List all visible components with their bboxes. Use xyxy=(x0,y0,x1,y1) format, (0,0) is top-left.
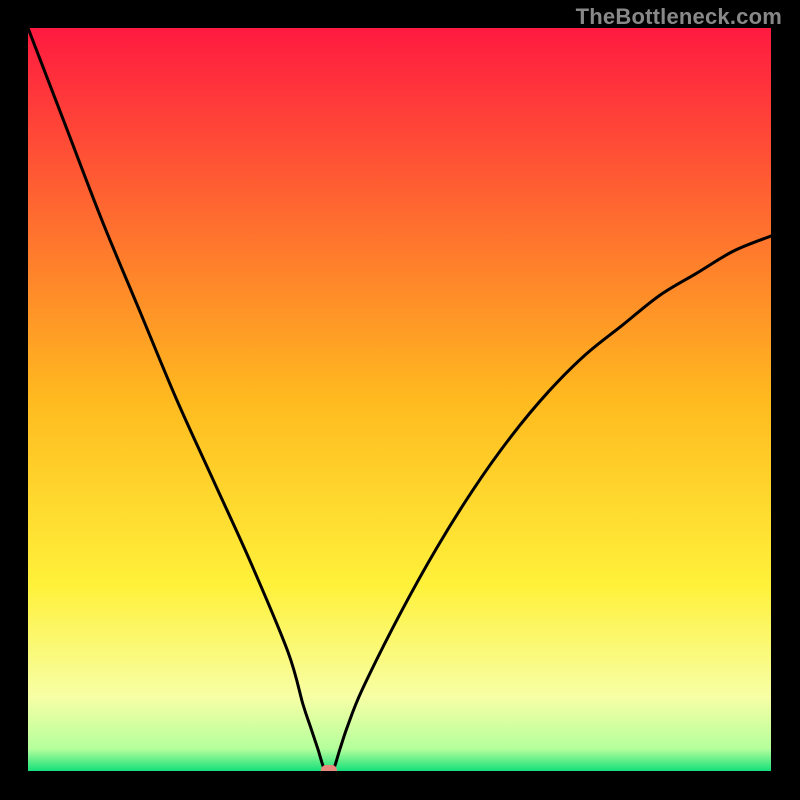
optimal-point-marker xyxy=(321,765,337,771)
watermark-text: TheBottleneck.com xyxy=(576,4,782,30)
chart-background xyxy=(28,28,771,771)
chart-frame: TheBottleneck.com xyxy=(0,0,800,800)
bottleneck-chart xyxy=(28,28,771,771)
